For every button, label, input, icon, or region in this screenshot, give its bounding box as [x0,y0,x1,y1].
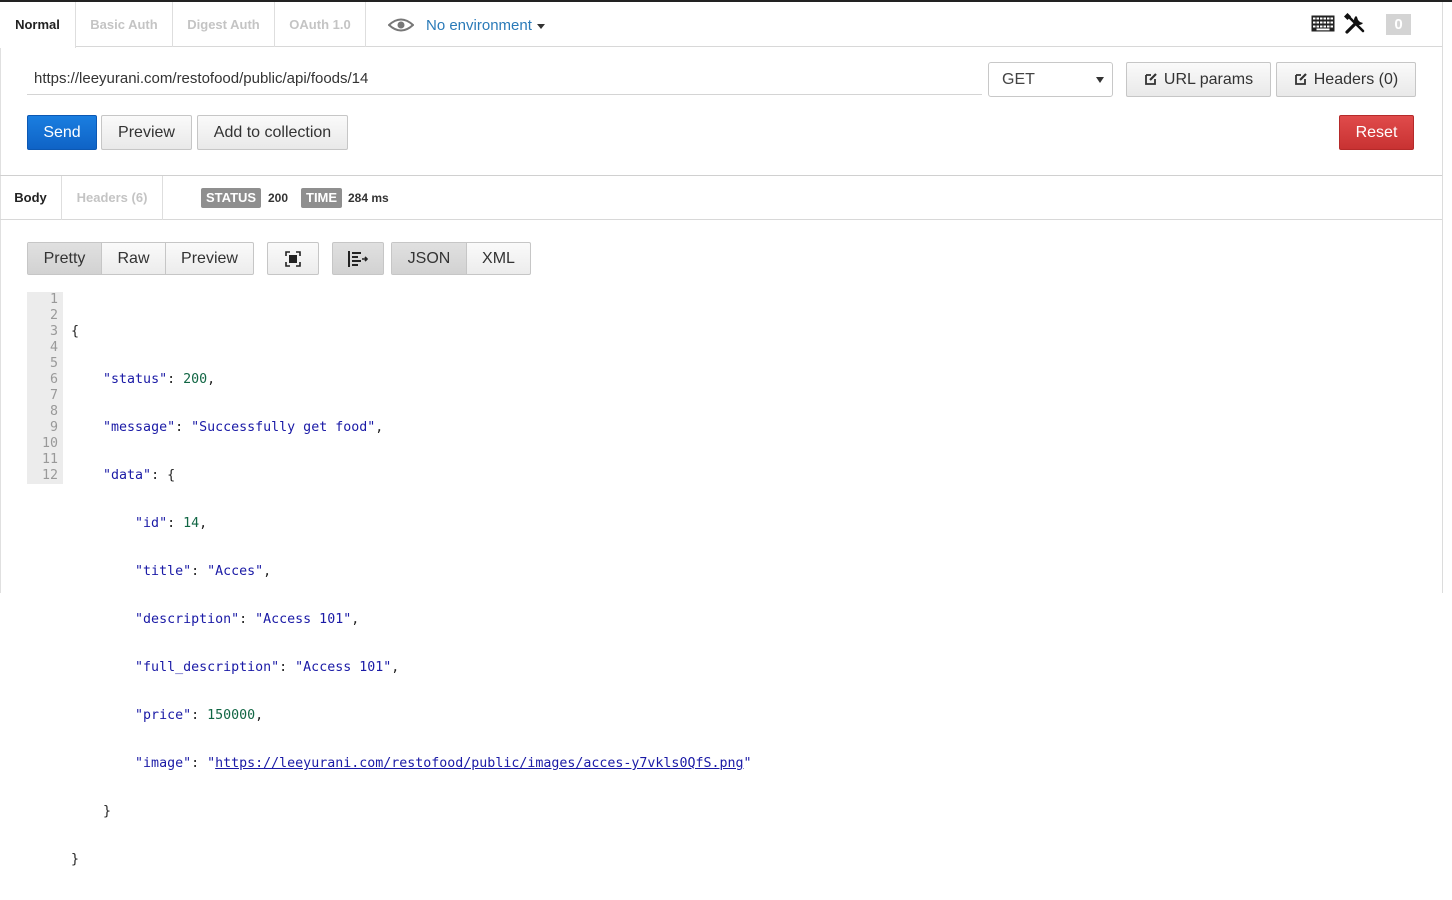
url-params-button[interactable]: URL params [1126,62,1271,97]
format-xml[interactable]: XML [467,243,530,274]
url-params-label: URL params [1163,71,1254,88]
line-number: 5 [49,356,58,371]
tab-normal[interactable]: Normal [0,2,76,48]
eye-icon [388,18,414,32]
left-border [0,2,1,593]
code-line: "full_description": "Access 101", [135,660,400,675]
response-bar: Body Headers (6) STATUS 200 TIME 284 ms [0,175,1442,220]
line-number: 11 [41,452,58,467]
edit-icon [1294,73,1307,85]
time-value: 284 ms [348,191,389,205]
view-raw[interactable]: Raw [102,243,166,274]
fullscreen-button[interactable] [267,242,319,275]
tab-response-headers[interactable]: Headers (6) [62,176,163,220]
json-value: "Access 101" [295,660,392,675]
preview-button[interactable]: Preview [101,115,192,150]
tab-basic-auth[interactable]: Basic Auth [76,2,173,47]
line-number: 1 [49,292,58,307]
line-number-gutter: 1 2 3 4 5 6 7 8 9 10 11 12 [27,292,63,484]
tab-oauth[interactable]: OAuth 1.0 [275,2,366,47]
line-number: 6 [49,372,58,387]
code-lines: { "status": 200, "message": "Successfull… [71,292,752,900]
code-line: } [71,852,752,868]
status-value: 200 [268,191,289,205]
code-line: "data": { [103,468,176,483]
chevron-down-icon [536,23,545,29]
environment-label: No environment [426,16,532,34]
view-mode-group: Pretty Raw Preview [27,242,254,275]
json-key: "message" [103,420,176,435]
fullscreen-icon [285,250,301,267]
keyboard-icon[interactable] [1311,15,1335,32]
code-line: { [71,324,752,340]
brace: { [71,324,80,339]
json-value: "Access 101" [255,612,352,627]
json-value: "Acces" [207,564,264,579]
view-preview[interactable]: Preview [166,243,253,274]
json-key: "title" [135,564,192,579]
notification-count-badge[interactable]: 0 [1386,14,1411,35]
environment-selector[interactable]: No environment [388,14,545,36]
line-number: 3 [49,324,58,339]
chevron-down-icon [1096,77,1104,83]
code-line: "status": 200, [103,372,216,387]
json-key: "id" [135,516,168,531]
json-value: 200 [183,372,208,387]
code-line: "id": 14, [135,516,208,531]
brace: } [71,852,80,867]
line-number: 10 [41,436,58,451]
method-select[interactable]: GET [988,62,1113,97]
right-border [1442,2,1443,593]
code-line: "price": 150000, [135,708,264,723]
line-number: 9 [49,420,58,435]
line-number: 2 [49,308,58,323]
code-line: "message": "Successfully get food", [103,420,384,435]
add-to-collection-button[interactable]: Add to collection [197,115,348,150]
wrench-screwdriver-icon[interactable] [1344,13,1366,35]
format-group: JSON XML [391,242,531,275]
line-number: 8 [49,404,58,419]
tab-digest-auth[interactable]: Digest Auth [173,2,275,47]
code-line: } [71,804,752,820]
headers-button[interactable]: Headers (0) [1276,62,1416,97]
time-badge: TIME [301,188,343,208]
code-line: "description": "Access 101", [135,612,360,627]
wrap-lines-icon [348,250,369,267]
format-json[interactable]: JSON [392,243,467,274]
code-line: "title": "Acces", [135,564,272,579]
brace: } [103,804,112,819]
json-value: 150000 [207,708,256,723]
tab-body[interactable]: Body [0,176,62,220]
json-key: "full_description" [135,660,280,675]
json-key: "status" [103,372,168,387]
json-key: "price" [135,708,192,723]
headers-label: Headers (0) [1313,71,1399,88]
line-number: 7 [49,388,58,403]
view-pretty[interactable]: Pretty [28,243,102,274]
edit-icon [1144,73,1157,85]
method-value: GET [1002,71,1035,88]
json-value: "Successfully get food" [191,420,376,435]
json-key: "description" [135,612,240,627]
reset-button[interactable]: Reset [1339,115,1414,150]
json-key: "image" [135,756,192,771]
status-badge: STATUS [201,188,262,208]
json-value: 14 [183,516,200,531]
line-number: 12 [41,468,58,483]
send-button[interactable]: Send [27,115,97,150]
code-line: "image": "https://leeyurani.com/restofoo… [135,756,752,771]
wrap-lines-button[interactable] [332,242,384,275]
image-link[interactable]: https://leeyurani.com/restofood/public/i… [215,756,743,771]
line-number: 4 [49,340,58,355]
auth-tab-bar: Normal Basic Auth Digest Auth OAuth 1.0 … [0,2,1442,48]
json-key: "data" [103,468,152,483]
url-input[interactable]: https://leeyurani.com/restofood/public/a… [27,62,982,95]
